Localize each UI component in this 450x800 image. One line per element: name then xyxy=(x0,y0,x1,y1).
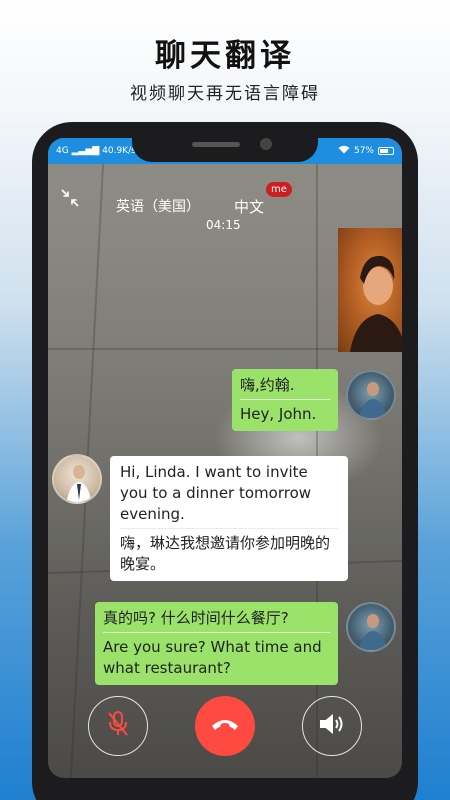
front-camera xyxy=(260,138,272,150)
avatar-linda[interactable] xyxy=(52,454,102,504)
message-bubble-3: 真的吗? 什么时间什么餐厅? Are you sure? What time a… xyxy=(95,602,338,685)
promo-title: 聊天翻译 xyxy=(155,38,295,74)
battery-percent: 57% xyxy=(353,146,374,156)
phone-notch xyxy=(132,122,318,162)
video-call-screen: 4G ▂▃▅▇ 40.9K/s 57% 英语（美国） 中文 me 04:15 嗨… xyxy=(48,138,402,778)
earpiece xyxy=(192,142,240,147)
network-label: 4G xyxy=(56,146,69,156)
message-translation: 嗨，琳达我想邀请你参加明晚的晚宴。 xyxy=(120,534,331,573)
mute-button[interactable] xyxy=(88,696,148,756)
bubble-divider xyxy=(240,399,330,400)
mic-off-icon xyxy=(106,710,130,742)
avatar-john[interactable] xyxy=(346,602,396,652)
signal-icon: ▂▃▅▇ xyxy=(71,146,100,156)
source-language[interactable]: 英语（美国） xyxy=(116,196,200,216)
bubble-divider xyxy=(103,632,330,633)
phone-frame: 4G ▂▃▅▇ 40.9K/s 57% 英语（美国） 中文 me 04:15 嗨… xyxy=(32,122,418,800)
message-bubble-1: 嗨,约翰. Hey, John. xyxy=(232,369,338,431)
call-timer: 04:15 xyxy=(206,218,241,232)
promo-subtitle: 视频聊天再无语言障碍 xyxy=(130,84,320,104)
message-bubble-2: Hi, Linda. I want to invite you to a din… xyxy=(110,456,348,581)
message-original: 真的吗? 什么时间什么餐厅? xyxy=(103,609,289,627)
me-badge: me xyxy=(266,182,292,197)
wifi-icon xyxy=(338,145,350,157)
hangup-button[interactable] xyxy=(195,696,255,756)
avatar-john[interactable] xyxy=(346,370,396,420)
self-video-preview[interactable] xyxy=(338,228,402,352)
speaker-icon xyxy=(318,712,346,740)
message-translation: Are you sure? What time and what restaur… xyxy=(103,638,322,677)
collapse-icon[interactable] xyxy=(60,188,80,208)
battery-icon xyxy=(378,147,394,155)
bubble-divider xyxy=(120,528,338,529)
network-speed: 40.9K/s xyxy=(102,146,136,156)
phone-hangup-icon xyxy=(210,716,240,736)
message-original: Hi, Linda. I want to invite you to a din… xyxy=(120,463,312,523)
speaker-button[interactable] xyxy=(302,696,362,756)
target-language[interactable]: 中文 xyxy=(234,196,264,217)
message-original: 嗨,约翰. xyxy=(240,376,295,394)
message-translation: Hey, John. xyxy=(240,405,317,423)
